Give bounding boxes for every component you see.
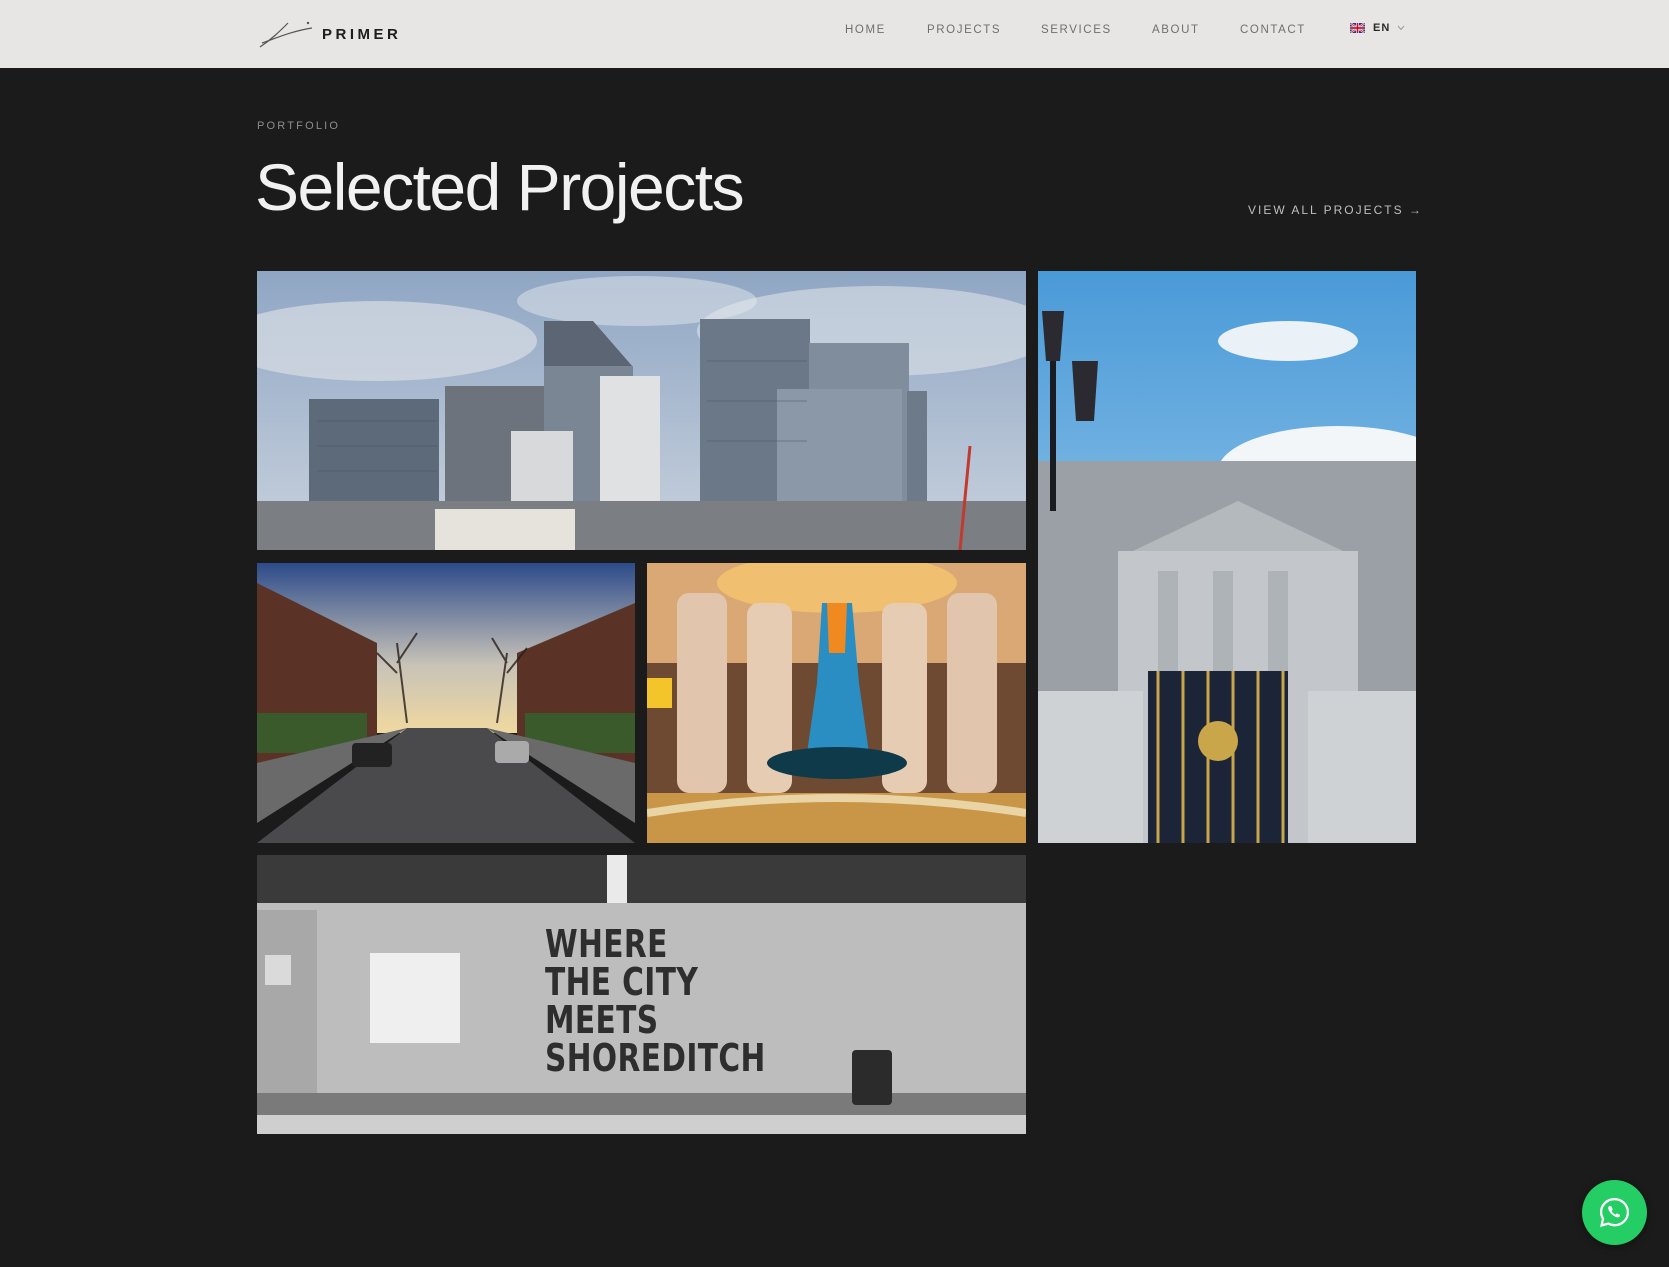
project-card-shoreditch[interactable]: WHERE THE CITY MEETS SHOREDITCH (257, 855, 1026, 1134)
hoarding-line: WHERE (545, 922, 668, 966)
project-card-lobby[interactable] (647, 563, 1026, 843)
hoarding-line: SHOREDITCH (545, 1036, 766, 1080)
whatsapp-icon (1599, 1197, 1630, 1227)
lobby-photo (647, 563, 1026, 843)
view-all-projects-link[interactable]: VIEW ALL PROJECTS → (1248, 203, 1423, 217)
nav-projects[interactable]: PROJECTS (927, 24, 1001, 36)
project-card-street[interactable] (257, 563, 635, 843)
page-title: Selected Projects (255, 150, 745, 224)
project-card-skyline[interactable] (257, 271, 1026, 550)
palace-photo (1038, 271, 1416, 843)
main-nav: HOME PROJECTS SERVICES ABOUT CONTACT (0, 22, 1669, 42)
hoarding-line: MEETS (545, 998, 659, 1042)
language-code: EN (1373, 22, 1391, 34)
nav-about[interactable]: ABOUT (1152, 24, 1200, 36)
language-switcher[interactable]: EN (1350, 22, 1405, 34)
project-card-palace[interactable] (1038, 271, 1416, 843)
hoarding-line: THE CITY (545, 960, 699, 1004)
section-eyebrow: PORTFOLIO (257, 120, 341, 132)
uk-flag-icon (1350, 23, 1365, 33)
nav-services[interactable]: SERVICES (1041, 24, 1112, 36)
skyline-photo (257, 271, 1026, 550)
street-photo (257, 563, 635, 843)
whatsapp-button[interactable] (1582, 1180, 1647, 1245)
nav-contact[interactable]: CONTACT (1240, 24, 1306, 36)
site-header: PRIMER HOME PROJECTS SERVICES ABOUT CONT… (0, 0, 1669, 68)
nav-home[interactable]: HOME (845, 24, 886, 36)
hoarding-sign-text: WHERE THE CITY MEETS SHOREDITCH (545, 925, 766, 1077)
chevron-down-icon (1397, 25, 1405, 31)
